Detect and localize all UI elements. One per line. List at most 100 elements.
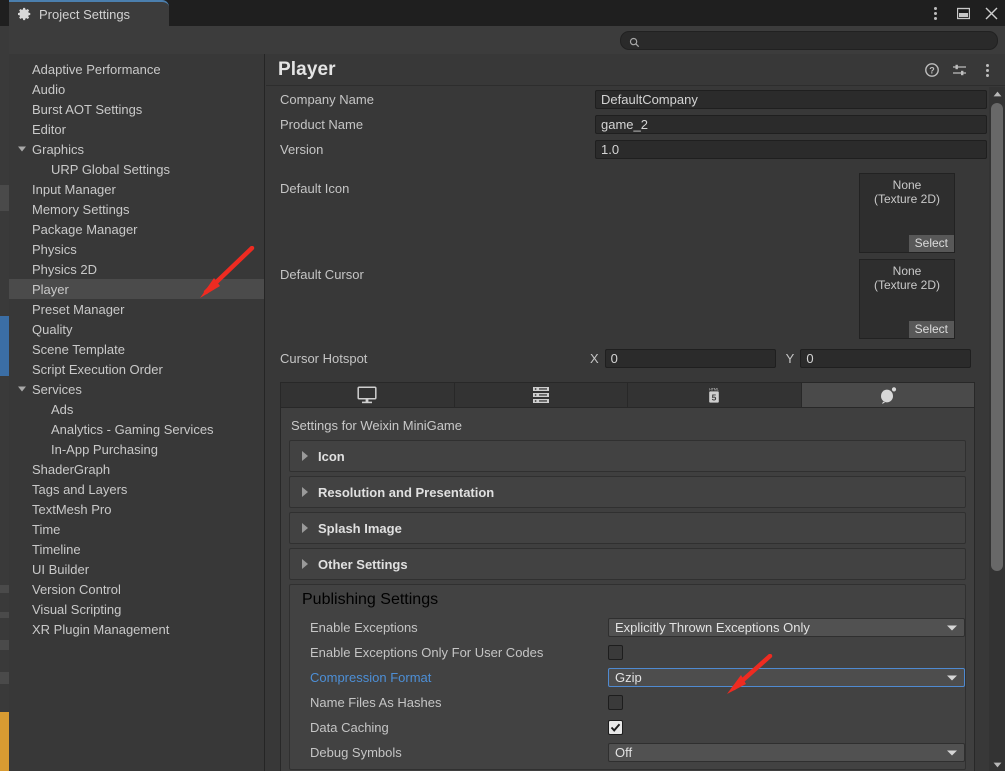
- sidebar-item-script-execution-order[interactable]: Script Execution Order: [9, 359, 264, 379]
- sidebar-item-tags-and-layers[interactable]: Tags and Layers: [9, 479, 264, 499]
- sidebar-item-physics[interactable]: Physics: [9, 239, 264, 259]
- compression-format-dropdown[interactable]: Gzip: [608, 668, 965, 687]
- sidebar-item-label: Adaptive Performance: [32, 61, 161, 77]
- search-box[interactable]: [620, 31, 998, 50]
- section-title: Icon: [318, 448, 345, 464]
- sidebar-item-services[interactable]: Services: [9, 379, 264, 399]
- product-name-input[interactable]: game_2: [595, 115, 987, 134]
- platform-tab-bar[interactable]: HTML 5: [280, 382, 975, 408]
- hotspot-y-input[interactable]: 0: [800, 348, 972, 368]
- scroll-up-icon[interactable]: [989, 87, 1005, 100]
- sidebar-item-timeline[interactable]: Timeline: [9, 539, 264, 559]
- scroll-down-icon[interactable]: [989, 758, 1005, 771]
- section-title: Splash Image: [318, 520, 402, 536]
- publishing-settings-header[interactable]: Publishing Settings: [290, 585, 965, 615]
- sidebar-item-label: Visual Scripting: [32, 601, 122, 617]
- publishing-settings-title: Publishing Settings: [302, 591, 439, 608]
- debug-symbols-dropdown[interactable]: Off: [608, 743, 965, 762]
- search-input[interactable]: [645, 34, 997, 47]
- sidebar-item-label: UI Builder: [32, 561, 90, 577]
- enable-exceptions-label: Enable Exceptions: [310, 620, 418, 635]
- chevron-down-icon[interactable]: [18, 386, 26, 392]
- settings-category-sidebar[interactable]: Adaptive Performance Audio Burst AOT Setti…: [9, 54, 265, 771]
- section-other-settings[interactable]: Other Settings: [289, 548, 966, 580]
- sidebar-item-memory-settings[interactable]: Memory Settings: [9, 199, 264, 219]
- sidebar-item-analytics-gaming-services[interactable]: Analytics - Gaming Services: [9, 419, 264, 439]
- sidebar-item-label: Physics: [32, 241, 77, 257]
- panel-header: Player ?: [266, 54, 1005, 86]
- sidebar-item-player[interactable]: Player: [9, 279, 264, 299]
- unity-project-settings-window: Project Settings Adaptive Performance Au…: [0, 0, 1005, 771]
- sidebar-item-physics-2d[interactable]: Physics 2D: [9, 259, 264, 279]
- window-tab-project-settings[interactable]: Project Settings: [9, 0, 169, 26]
- sidebar-item-package-manager[interactable]: Package Manager: [9, 219, 264, 239]
- section-splash-image[interactable]: Splash Image: [289, 512, 966, 544]
- sidebar-item-in-app-purchasing[interactable]: In-App Purchasing: [9, 439, 264, 459]
- preset-icon[interactable]: [952, 63, 967, 78]
- sidebar-item-input-manager[interactable]: Input Manager: [9, 179, 264, 199]
- chevron-down-icon: [947, 750, 957, 755]
- check-icon: [610, 723, 621, 732]
- sidebar-item-scene-template[interactable]: Scene Template: [9, 339, 264, 359]
- default-icon-object-field[interactable]: None (Texture 2D) Select: [859, 173, 955, 253]
- sidebar-item-version-control[interactable]: Version Control: [9, 579, 264, 599]
- field-company-name: Company Name DefaultCompany: [266, 87, 989, 112]
- tab-dedicated-server[interactable]: [454, 383, 628, 407]
- chevron-down-icon: [947, 675, 957, 680]
- tab-standalone[interactable]: [281, 383, 455, 407]
- sidebar-item-editor[interactable]: Editor: [9, 119, 264, 139]
- publishing-settings-rows: Enable Exceptions Explicitly Thrown Excep…: [290, 615, 965, 765]
- default-icon-select-button[interactable]: Select: [908, 235, 954, 252]
- window-controls: [928, 0, 999, 26]
- default-cursor-object-field[interactable]: None (Texture 2D) Select: [859, 259, 955, 339]
- default-icon-none-label: None: [892, 178, 922, 192]
- field-product-name: Product Name game_2: [266, 112, 989, 137]
- kebab-menu-icon[interactable]: [980, 63, 995, 78]
- sidebar-item-audio[interactable]: Audio: [9, 79, 264, 99]
- enable-exceptions-dropdown[interactable]: Explicitly Thrown Exceptions Only: [608, 618, 965, 637]
- sidebar-item-time[interactable]: Time: [9, 519, 264, 539]
- sidebar-item-burst-aot-settings[interactable]: Burst AOT Settings: [9, 99, 264, 119]
- compression-format-label: Compression Format: [310, 670, 432, 685]
- data-caching-checkbox[interactable]: [608, 720, 623, 735]
- maximize-icon[interactable]: [956, 6, 971, 21]
- scrollbar-thumb[interactable]: [991, 103, 1003, 571]
- hotspot-x-label: X: [590, 350, 599, 366]
- sidebar-item-shadergraph[interactable]: ShaderGraph: [9, 459, 264, 479]
- default-cursor-select-button[interactable]: Select: [908, 321, 954, 338]
- svg-text:?: ?: [929, 65, 935, 75]
- name-files-as-hashes-label: Name Files As Hashes: [310, 695, 442, 710]
- sidebar-item-label: Analytics - Gaming Services: [51, 421, 214, 437]
- background-window-sliver: [0, 0, 9, 771]
- panel-header-icons: ?: [924, 54, 995, 86]
- hotspot-x-input[interactable]: 0: [604, 348, 776, 368]
- sidebar-item-graphics[interactable]: Graphics: [9, 139, 264, 159]
- sidebar-item-ui-builder[interactable]: UI Builder: [9, 559, 264, 579]
- tab-weixin-minigame[interactable]: [801, 383, 974, 407]
- sidebar-item-visual-scripting[interactable]: Visual Scripting: [9, 599, 264, 619]
- sidebar-item-ads[interactable]: Ads: [9, 399, 264, 419]
- sidebar-item-textmesh-pro[interactable]: TextMesh Pro: [9, 499, 264, 519]
- section-resolution-and-presentation[interactable]: Resolution and Presentation: [289, 476, 966, 508]
- close-icon[interactable]: [984, 6, 999, 21]
- name-files-as-hashes-checkbox[interactable]: [608, 695, 623, 710]
- sidebar-item-label: Quality: [32, 321, 73, 337]
- chevron-down-icon[interactable]: [18, 146, 26, 152]
- vertical-scrollbar[interactable]: [989, 87, 1005, 771]
- page-title: Player: [278, 58, 336, 80]
- sidebar-item-quality[interactable]: Quality: [9, 319, 264, 339]
- kebab-menu-icon[interactable]: [928, 6, 943, 21]
- sidebar-item-label: TextMesh Pro: [32, 501, 112, 517]
- sidebar-item-urp-global-settings[interactable]: URP Global Settings: [9, 159, 264, 179]
- sidebar-item-preset-manager[interactable]: Preset Manager: [9, 299, 264, 319]
- sidebar-item-xr-plugin-management[interactable]: XR Plugin Management: [9, 619, 264, 639]
- version-input[interactable]: 1.0: [595, 140, 987, 159]
- enable-exceptions-only-for-user-codes-checkbox[interactable]: [608, 645, 623, 660]
- company-name-input[interactable]: DefaultCompany: [595, 90, 987, 109]
- section-publishing-settings: Publishing Settings Enable Exceptions Exp…: [289, 584, 966, 770]
- platform-settings-panel: Settings for Weixin MiniGame Icon Resolut…: [280, 408, 975, 771]
- sidebar-item-adaptive-performance[interactable]: Adaptive Performance: [9, 59, 264, 79]
- tab-webgl[interactable]: HTML 5: [628, 383, 802, 407]
- help-icon[interactable]: ?: [924, 63, 939, 78]
- section-icon[interactable]: Icon: [289, 440, 966, 472]
